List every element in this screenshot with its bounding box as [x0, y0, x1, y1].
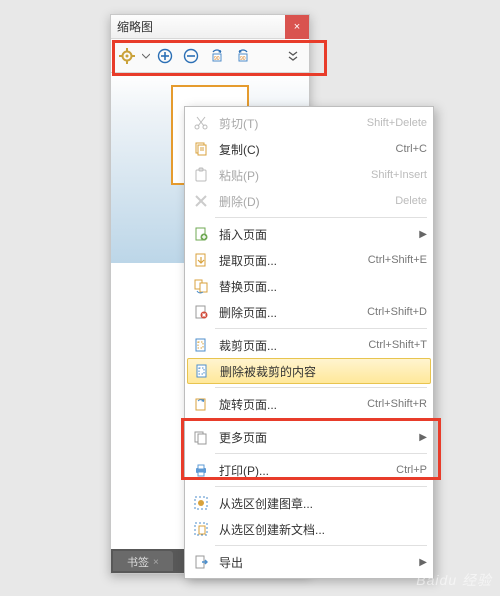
zoom-out-button[interactable] [179, 44, 203, 68]
gear-icon [119, 48, 135, 64]
delete-icon [193, 193, 209, 209]
panel-title: 缩略图 [117, 18, 153, 35]
collapse-button[interactable] [281, 44, 305, 68]
settings-button[interactable] [115, 44, 139, 68]
context-menu: 剪切(T) Shift+Delete 复制(C) Ctrl+C 粘贴(P) Sh… [184, 106, 434, 579]
pages-more-icon [193, 429, 209, 445]
panel-close-button[interactable]: × [285, 15, 309, 39]
menu-paste: 粘贴(P) Shift+Insert [185, 162, 433, 188]
settings-dropdown[interactable] [141, 44, 151, 68]
plus-circle-icon [157, 48, 173, 64]
rotate-cw-icon: 90 [235, 48, 251, 64]
crop-delete-icon [194, 363, 210, 379]
minus-circle-icon [183, 48, 199, 64]
menu-separator [215, 387, 427, 388]
page-extract-icon [193, 252, 209, 268]
menu-copy[interactable]: 复制(C) Ctrl+C [185, 136, 433, 162]
menu-selection-newdoc[interactable]: 从选区创建新文档... [185, 516, 433, 542]
menu-more-pages[interactable]: 更多页面 ▶ [185, 424, 433, 450]
menu-insert-page[interactable]: 插入页面 ▶ [185, 221, 433, 247]
paste-icon [193, 167, 209, 183]
menu-remove-page[interactable]: 删除页面... Ctrl+Shift+D [185, 299, 433, 325]
export-icon [193, 554, 209, 570]
panel-toolbar: 90 90 [111, 39, 309, 73]
menu-export[interactable]: 导出 ▶ [185, 549, 433, 575]
menu-rotate-page[interactable]: 旋转页面... Ctrl+Shift+R [185, 391, 433, 417]
submenu-arrow-icon: ▶ [419, 229, 427, 240]
printer-icon [193, 462, 209, 478]
bookmarks-tab[interactable]: 书签 × [113, 551, 173, 571]
menu-delete: 删除(D) Delete [185, 188, 433, 214]
chevron-down-icon [142, 48, 150, 64]
menu-extract-page[interactable]: 提取页面... Ctrl+Shift+E [185, 247, 433, 273]
page-remove-icon [193, 304, 209, 320]
selection-stamp-icon [193, 495, 209, 511]
menu-delete-cropped[interactable]: 删除被裁剪的内容 [187, 358, 431, 384]
menu-separator [215, 420, 427, 421]
page-rotate-icon [193, 396, 209, 412]
crop-icon [193, 337, 209, 353]
menu-separator [215, 217, 427, 218]
panel-titlebar: 缩略图 × [111, 15, 309, 39]
rotate-ccw-icon: 90 [209, 48, 225, 64]
tab-close-icon[interactable]: × [153, 557, 159, 568]
menu-replace-page[interactable]: 替换页面... [185, 273, 433, 299]
copy-icon [193, 141, 209, 157]
menu-selection-stamp[interactable]: 从选区创建图章... [185, 490, 433, 516]
menu-print[interactable]: 打印(P)... Ctrl+P [185, 457, 433, 483]
menu-separator [215, 328, 427, 329]
submenu-arrow-icon: ▶ [419, 432, 427, 443]
watermark: Baidu 经验 [416, 570, 492, 590]
rotate-cw-button[interactable]: 90 [231, 44, 255, 68]
tab-label: 书签 [127, 554, 149, 570]
zoom-in-button[interactable] [153, 44, 177, 68]
menu-separator [215, 486, 427, 487]
rotate-ccw-button[interactable]: 90 [205, 44, 229, 68]
menu-separator [215, 545, 427, 546]
svg-text:90: 90 [240, 56, 246, 62]
menu-crop-page[interactable]: 裁剪页面... Ctrl+Shift+T [185, 332, 433, 358]
menu-cut: 剪切(T) Shift+Delete [185, 110, 433, 136]
svg-text:90: 90 [214, 56, 220, 62]
scissors-icon [193, 115, 209, 131]
submenu-arrow-icon: ▶ [419, 557, 427, 568]
menu-separator [215, 453, 427, 454]
page-add-icon [193, 226, 209, 242]
page-replace-icon [193, 278, 209, 294]
double-chevron-icon [285, 48, 301, 64]
selection-doc-icon [193, 521, 209, 537]
